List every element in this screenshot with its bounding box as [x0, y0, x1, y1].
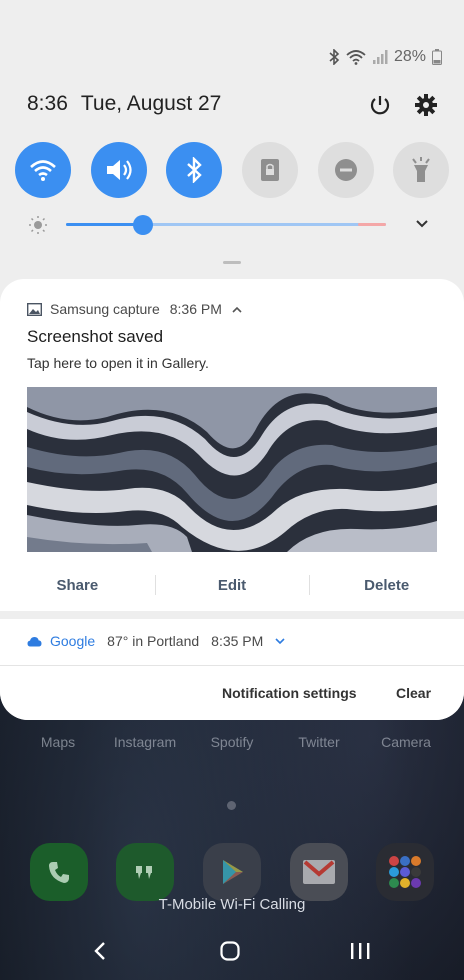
cloud-icon — [27, 636, 42, 646]
share-button[interactable]: Share — [0, 562, 155, 608]
do-not-disturb-toggle[interactable] — [318, 142, 374, 198]
datetime-row: 8:36 Tue, August 27 — [27, 92, 221, 116]
app-label-instagram[interactable]: Instagram — [99, 734, 191, 750]
bluetooth-toggle[interactable] — [166, 142, 222, 198]
panel-handle[interactable] — [223, 261, 241, 264]
wifi-toggle[interactable] — [15, 142, 71, 198]
back-icon — [94, 942, 105, 960]
battery-icon — [432, 49, 442, 65]
sound-toggle[interactable] — [91, 142, 147, 198]
capture-actions: Share Edit Delete — [0, 562, 464, 608]
google-notification-header: Google 87° in Portland 8:35 PM — [27, 633, 285, 649]
capture-time: 8:36 PM — [169, 301, 222, 317]
app-label-spotify[interactable]: Spotify — [186, 734, 278, 750]
recents-icon — [351, 943, 370, 959]
power-button[interactable] — [367, 92, 393, 118]
chevron-down-icon[interactable] — [415, 219, 429, 229]
screenshot-preview[interactable] — [27, 387, 437, 552]
brightness-slider[interactable] — [66, 223, 386, 226]
edit-button[interactable]: Edit — [154, 562, 310, 608]
google-time: 8:35 PM — [211, 633, 264, 649]
screen-lock-toggle[interactable] — [242, 142, 298, 198]
play-store-app-icon[interactable] — [203, 843, 261, 901]
screenshot-thumbnail — [27, 387, 437, 552]
bluetooth-icon — [187, 157, 202, 183]
app-label-maps[interactable]: Maps — [12, 734, 104, 750]
date[interactable]: Tue, August 27 — [81, 92, 222, 116]
clear-button[interactable]: Clear — [396, 685, 431, 701]
app-label-twitter[interactable]: Twitter — [273, 734, 365, 750]
home-icon — [220, 941, 240, 961]
notification-settings-button[interactable]: Notification settings — [222, 685, 357, 701]
notification-list: Samsung capture 8:36 PM Screenshot saved… — [0, 279, 464, 720]
capture-app-name: Samsung capture — [50, 301, 160, 317]
wifi-icon — [30, 160, 56, 181]
gear-icon — [415, 94, 437, 116]
brightness-fill — [66, 223, 143, 226]
carrier-label: T-Mobile Wi-Fi Calling — [158, 896, 306, 913]
capture-text: Tap here to open it in Gallery. — [27, 355, 209, 371]
signal-icon — [372, 50, 388, 64]
capture-title: Screenshot saved — [27, 327, 164, 346]
google-app-name: Google — [50, 633, 96, 649]
recents-button[interactable] — [340, 934, 380, 968]
flashlight-toggle[interactable] — [393, 142, 449, 198]
navigation-bar — [0, 920, 464, 980]
bluetooth-status-icon — [329, 49, 340, 65]
flashlight-icon — [412, 157, 430, 182]
clock: 8:36 — [27, 92, 68, 115]
settings-button[interactable] — [413, 92, 439, 118]
image-icon — [27, 302, 42, 316]
app-label-camera[interactable]: Camera — [360, 734, 452, 750]
chevron-up-icon[interactable] — [232, 306, 242, 313]
chevron-down-icon[interactable] — [275, 637, 285, 645]
delete-button[interactable]: Delete — [309, 562, 464, 608]
status-bar: 28% — [328, 48, 442, 66]
phone-app-icon[interactable] — [30, 843, 88, 901]
wifi-status-icon — [346, 50, 366, 65]
brightness-icon — [29, 216, 47, 234]
brightness-row — [0, 212, 464, 238]
brightness-knob[interactable] — [132, 215, 153, 235]
power-icon — [370, 96, 390, 115]
gmail-app-icon[interactable] — [290, 843, 348, 901]
notification-divider — [0, 611, 464, 619]
do-not-disturb-icon — [335, 159, 357, 181]
page-indicator — [227, 801, 236, 810]
screen-lock-icon — [261, 159, 279, 181]
back-button[interactable] — [80, 934, 120, 968]
google-summary: 87° in Portland — [107, 633, 200, 649]
notification-panel: 28% 8:36 Tue, August 27 Samsung capture … — [0, 0, 464, 720]
footer-divider — [0, 665, 464, 666]
capture-notification-header: Samsung capture 8:36 PM — [27, 301, 242, 317]
speaker-icon — [107, 160, 132, 180]
hangouts-app-icon[interactable] — [116, 843, 174, 901]
home-button[interactable] — [210, 934, 250, 968]
brightness-high-zone — [358, 223, 386, 226]
app-folder-icon[interactable] — [376, 843, 434, 901]
battery-percent: 28% — [393, 48, 426, 65]
